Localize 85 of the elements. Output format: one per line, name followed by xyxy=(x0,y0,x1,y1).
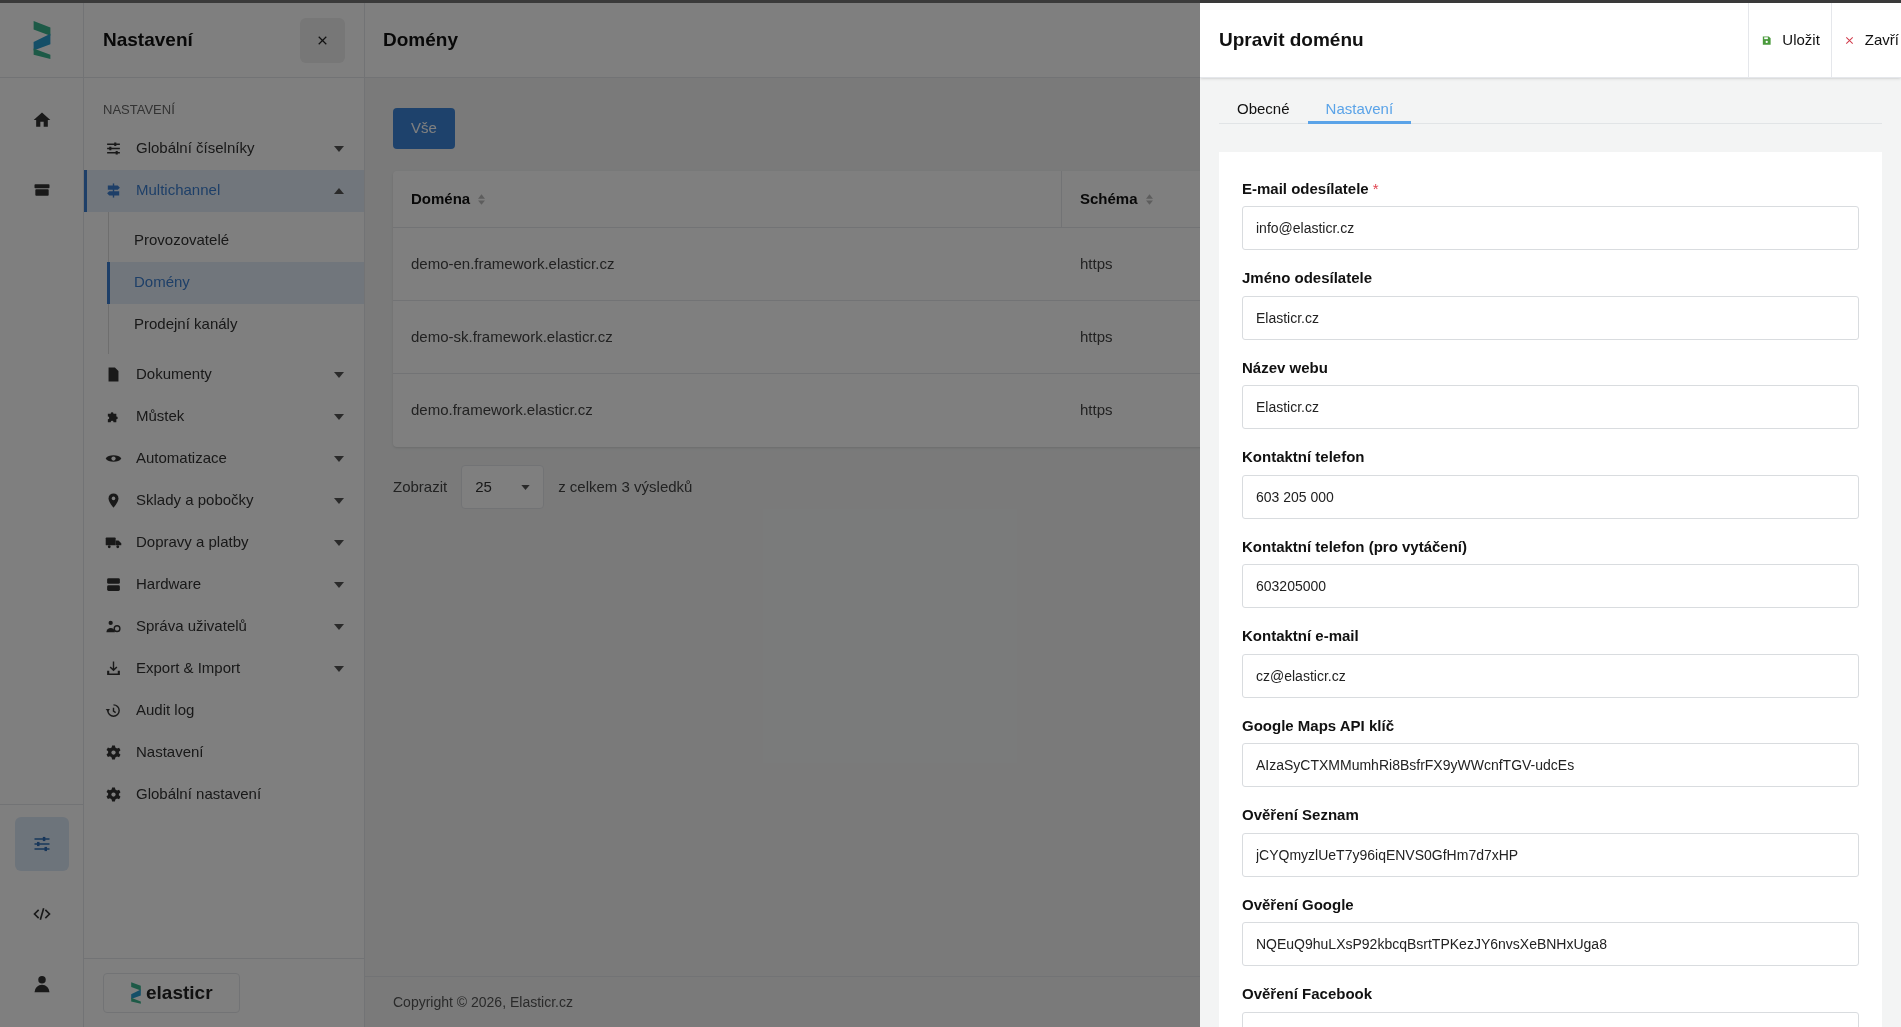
sliders-icon xyxy=(105,140,122,157)
input-field[interactable]: jCYQmyzlUeT7y96iqENVS0GfHm7d7xHP xyxy=(1242,832,1859,877)
download-icon xyxy=(105,660,122,677)
close-button[interactable]: Zavří xyxy=(1830,3,1901,77)
field-label: Název webu xyxy=(1242,357,1329,378)
brand-logo[interactable]: elasticr xyxy=(103,973,240,1013)
caret-icon xyxy=(334,371,344,378)
field-label: Kontaktní telefon xyxy=(1242,447,1366,467)
column-header[interactable]: Schéma xyxy=(1062,171,1171,227)
caret-icon xyxy=(334,539,344,546)
sidebar-title: Nastavení xyxy=(103,27,193,52)
sidebar-item[interactable]: Dokumenty xyxy=(84,353,364,396)
field-label: Google Maps API klíč xyxy=(1242,715,1395,736)
field-label: E-mail odesílatele xyxy=(1242,178,1369,199)
input-field[interactable]: NQEuQ9huLXsP92kbcqBsrtTPKezJY6nvsXeBNHxUga8 xyxy=(1242,922,1859,966)
sort-icon xyxy=(478,193,486,205)
drawer-title: Upravit doménu xyxy=(1218,27,1365,52)
table-cell-text: https xyxy=(1079,253,1114,274)
input-field[interactable]: cz@elasticr.cz xyxy=(1242,653,1859,698)
required-mark: * xyxy=(1372,178,1379,199)
field-label: Jméno odesílatele xyxy=(1242,268,1374,288)
caret-icon xyxy=(521,484,531,490)
page-title: Domény xyxy=(383,27,458,52)
submenu-item[interactable]: Prodejní kanály xyxy=(107,303,364,346)
save-icon xyxy=(1761,34,1773,46)
sidebar-item[interactable]: Sklady a pobočky xyxy=(84,479,364,522)
sidebar-item[interactable]: Můstek xyxy=(84,395,364,438)
input-field[interactable]: Elasticr.cz xyxy=(1242,295,1859,340)
field-label: Kontaktní telefon (pro vytáčení) xyxy=(1242,536,1469,557)
caret-icon xyxy=(334,187,344,194)
caret-icon xyxy=(334,413,344,420)
section-label: NASTAVENÍ xyxy=(102,101,176,119)
settings-icon xyxy=(105,744,122,761)
field-label: Kontaktní e-mail xyxy=(1242,626,1360,646)
sidebar-item[interactable]: Hardware xyxy=(84,563,364,606)
server-icon xyxy=(105,576,122,593)
input-field[interactable]: info@elasticr.cz xyxy=(1242,206,1859,250)
tab[interactable]: Obecné xyxy=(1219,98,1308,124)
sidebar-item[interactable]: Audit log xyxy=(84,689,364,732)
input-field[interactable]: Elasticr.cz xyxy=(1242,385,1859,429)
caret-icon xyxy=(334,145,344,152)
table-cell-text: https xyxy=(1079,400,1114,421)
submenu-item[interactable]: Provozovatelé xyxy=(107,219,364,262)
results-summary: z celkem 3 výsledků xyxy=(558,476,693,497)
signpost-icon xyxy=(105,182,122,199)
save-button[interactable]: Uložit xyxy=(1748,3,1831,77)
close-icon xyxy=(1843,34,1855,46)
close-button[interactable] xyxy=(300,17,345,63)
sidebar-item[interactable]: Automatizace xyxy=(84,437,364,480)
field-label: Ověření Google xyxy=(1242,894,1355,915)
sort-icon xyxy=(1145,193,1153,205)
tab[interactable]: Nastavení xyxy=(1307,98,1412,124)
table-cell-text: https xyxy=(1079,326,1114,347)
input-field[interactable]: 603205000 xyxy=(1242,564,1859,608)
sidebar-item[interactable]: Export & Import xyxy=(84,647,364,690)
caret-icon xyxy=(334,623,344,630)
caret-icon xyxy=(334,455,344,462)
sidebar-item[interactable]: Dopravy a platby xyxy=(84,521,364,564)
sidebar-item[interactable]: Multichannel xyxy=(84,169,364,212)
caret-icon xyxy=(334,665,344,672)
table-cell-text: demo-sk.framework.elasticr.cz xyxy=(410,326,614,347)
input-field[interactable]: 603 205 000 xyxy=(1242,474,1859,519)
page-size-label: Zobrazit xyxy=(393,476,448,497)
filter-button[interactable]: Vše xyxy=(393,108,455,149)
field-label: Ověření Seznam xyxy=(1242,805,1360,825)
logo-icon xyxy=(130,981,142,1005)
input-field[interactable]: AIzaSyCTXMMumhRi8BsfrFX9yWWcnfTGV-udcEs xyxy=(1242,743,1859,787)
caret-icon xyxy=(334,497,344,504)
history-icon xyxy=(105,702,122,719)
page-size-select[interactable]: 25 xyxy=(461,465,545,509)
sidebar-item[interactable]: Nastavení xyxy=(84,731,364,774)
sidebar-item[interactable]: Správa uživatelů xyxy=(84,605,364,648)
caret-icon xyxy=(334,581,344,588)
table-cell-text: demo-en.framework.elasticr.cz xyxy=(410,253,616,274)
users-icon xyxy=(105,618,122,635)
sidebar-item[interactable]: Globální číselníky xyxy=(84,127,364,170)
settings-icon xyxy=(105,786,122,803)
copyright-text: Copyright © 2026, Elasticr.cz xyxy=(393,992,573,1012)
field-label: Ověření Facebook xyxy=(1242,984,1374,1004)
home-icon xyxy=(31,110,52,130)
sidebar-item[interactable]: Globální nastavení xyxy=(84,773,364,816)
column-header[interactable]: Doména xyxy=(393,171,1062,227)
submenu-item[interactable]: Domény xyxy=(107,261,364,304)
table-cell-text: demo.framework.elasticr.cz xyxy=(410,400,594,421)
rail-button[interactable] xyxy=(14,817,69,871)
